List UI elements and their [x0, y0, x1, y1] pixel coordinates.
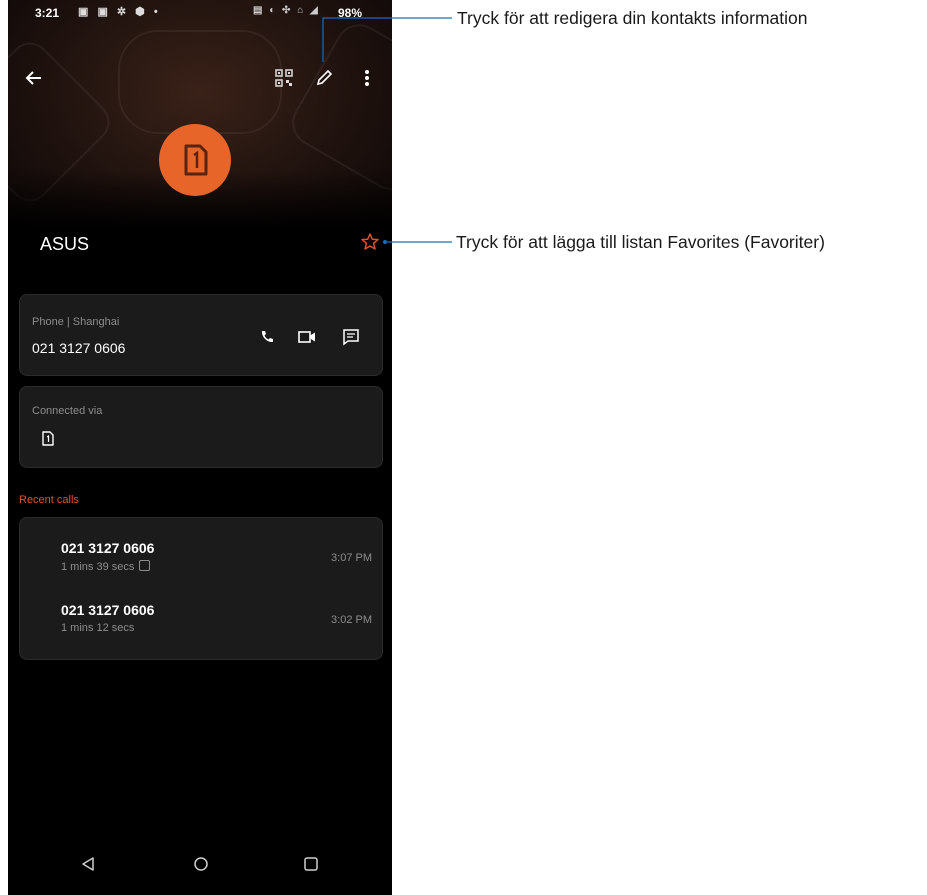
battery-percent: 98%	[338, 6, 363, 20]
recent-calls-title: Recent calls	[19, 494, 79, 506]
edit-pencil-icon	[316, 69, 333, 86]
favorite-button[interactable]	[360, 232, 380, 252]
sim-card-icon	[42, 431, 54, 446]
nav-back-button[interactable]	[80, 856, 96, 872]
notification-icons: ▣ ▣ ✲ ⬢ •	[78, 6, 161, 18]
phone-type-label: Phone | Shanghai	[32, 316, 120, 328]
qr-code-icon	[275, 69, 293, 87]
call-duration: 1 mins 12 secs	[61, 622, 135, 634]
annotation-edit: Tryck för att redigera din kontakts info…	[457, 8, 808, 28]
recents-nav-icon	[304, 857, 318, 871]
video-call-button[interactable]	[298, 330, 316, 344]
call-duration: 1 mins 39 secs	[61, 560, 151, 573]
annotation-favorite: Tryck för att lägga till listan Favorite…	[456, 232, 825, 252]
contact-name: ASUS	[40, 234, 90, 254]
contact-avatar	[159, 124, 231, 196]
home-nav-icon	[194, 857, 208, 871]
qr-code-button[interactable]	[274, 68, 294, 88]
back-nav-icon	[82, 857, 94, 871]
phone-screen: 3:21 ▣ ▣ ✲ ⬢ • ▤ ◐ ✣ ⌂ ◢ 98% ASUS Phone …	[8, 0, 392, 895]
message-icon	[343, 329, 359, 346]
decor-shape	[8, 34, 118, 210]
recording-icon	[139, 560, 151, 571]
call-button[interactable]	[259, 329, 275, 345]
nav-recents-button[interactable]	[303, 856, 319, 872]
phone-card: Phone | Shanghai 021 3127 0606	[19, 294, 383, 376]
decor-shape	[118, 30, 282, 134]
connected-via-card: Connected via	[19, 386, 383, 468]
video-icon	[298, 331, 315, 343]
status-time: 3:21	[35, 6, 60, 20]
connected-via-label: Connected via	[32, 405, 103, 417]
sim-indicator	[42, 431, 54, 446]
call-time: 3:02 PM	[331, 614, 372, 626]
call-number: 021 3127 0606	[61, 602, 155, 618]
nav-home-button[interactable]	[193, 856, 209, 872]
more-options-button[interactable]	[362, 68, 372, 88]
system-icons: ▤ ◐ ✣ ⌂ ◢	[253, 5, 320, 16]
star-outline-icon	[361, 233, 379, 250]
list-item[interactable]: 021 3127 0606 1 mins 12 secs 3:02 PM	[20, 580, 382, 642]
decor-shape	[283, 15, 392, 199]
back-arrow-icon	[25, 71, 41, 85]
recent-calls-card: 021 3127 0606 1 mins 39 secs 3:07 PM 021…	[19, 517, 383, 660]
list-item[interactable]: 021 3127 0606 1 mins 39 secs 3:07 PM	[20, 518, 382, 580]
status-bar: 3:21 ▣ ▣ ✲ ⬢ • ▤ ◐ ✣ ⌂ ◢ 98%	[8, 0, 392, 28]
more-vert-icon	[365, 70, 369, 86]
sim-card-icon	[184, 144, 208, 176]
phone-icon	[261, 331, 273, 343]
back-button[interactable]	[24, 68, 44, 88]
message-button[interactable]	[342, 328, 360, 346]
call-number: 021 3127 0606	[61, 540, 155, 556]
call-time: 3:07 PM	[331, 552, 372, 564]
edit-contact-button[interactable]	[315, 67, 335, 87]
phone-number[interactable]: 021 3127 0606	[32, 340, 125, 356]
navigation-bar	[8, 840, 392, 895]
